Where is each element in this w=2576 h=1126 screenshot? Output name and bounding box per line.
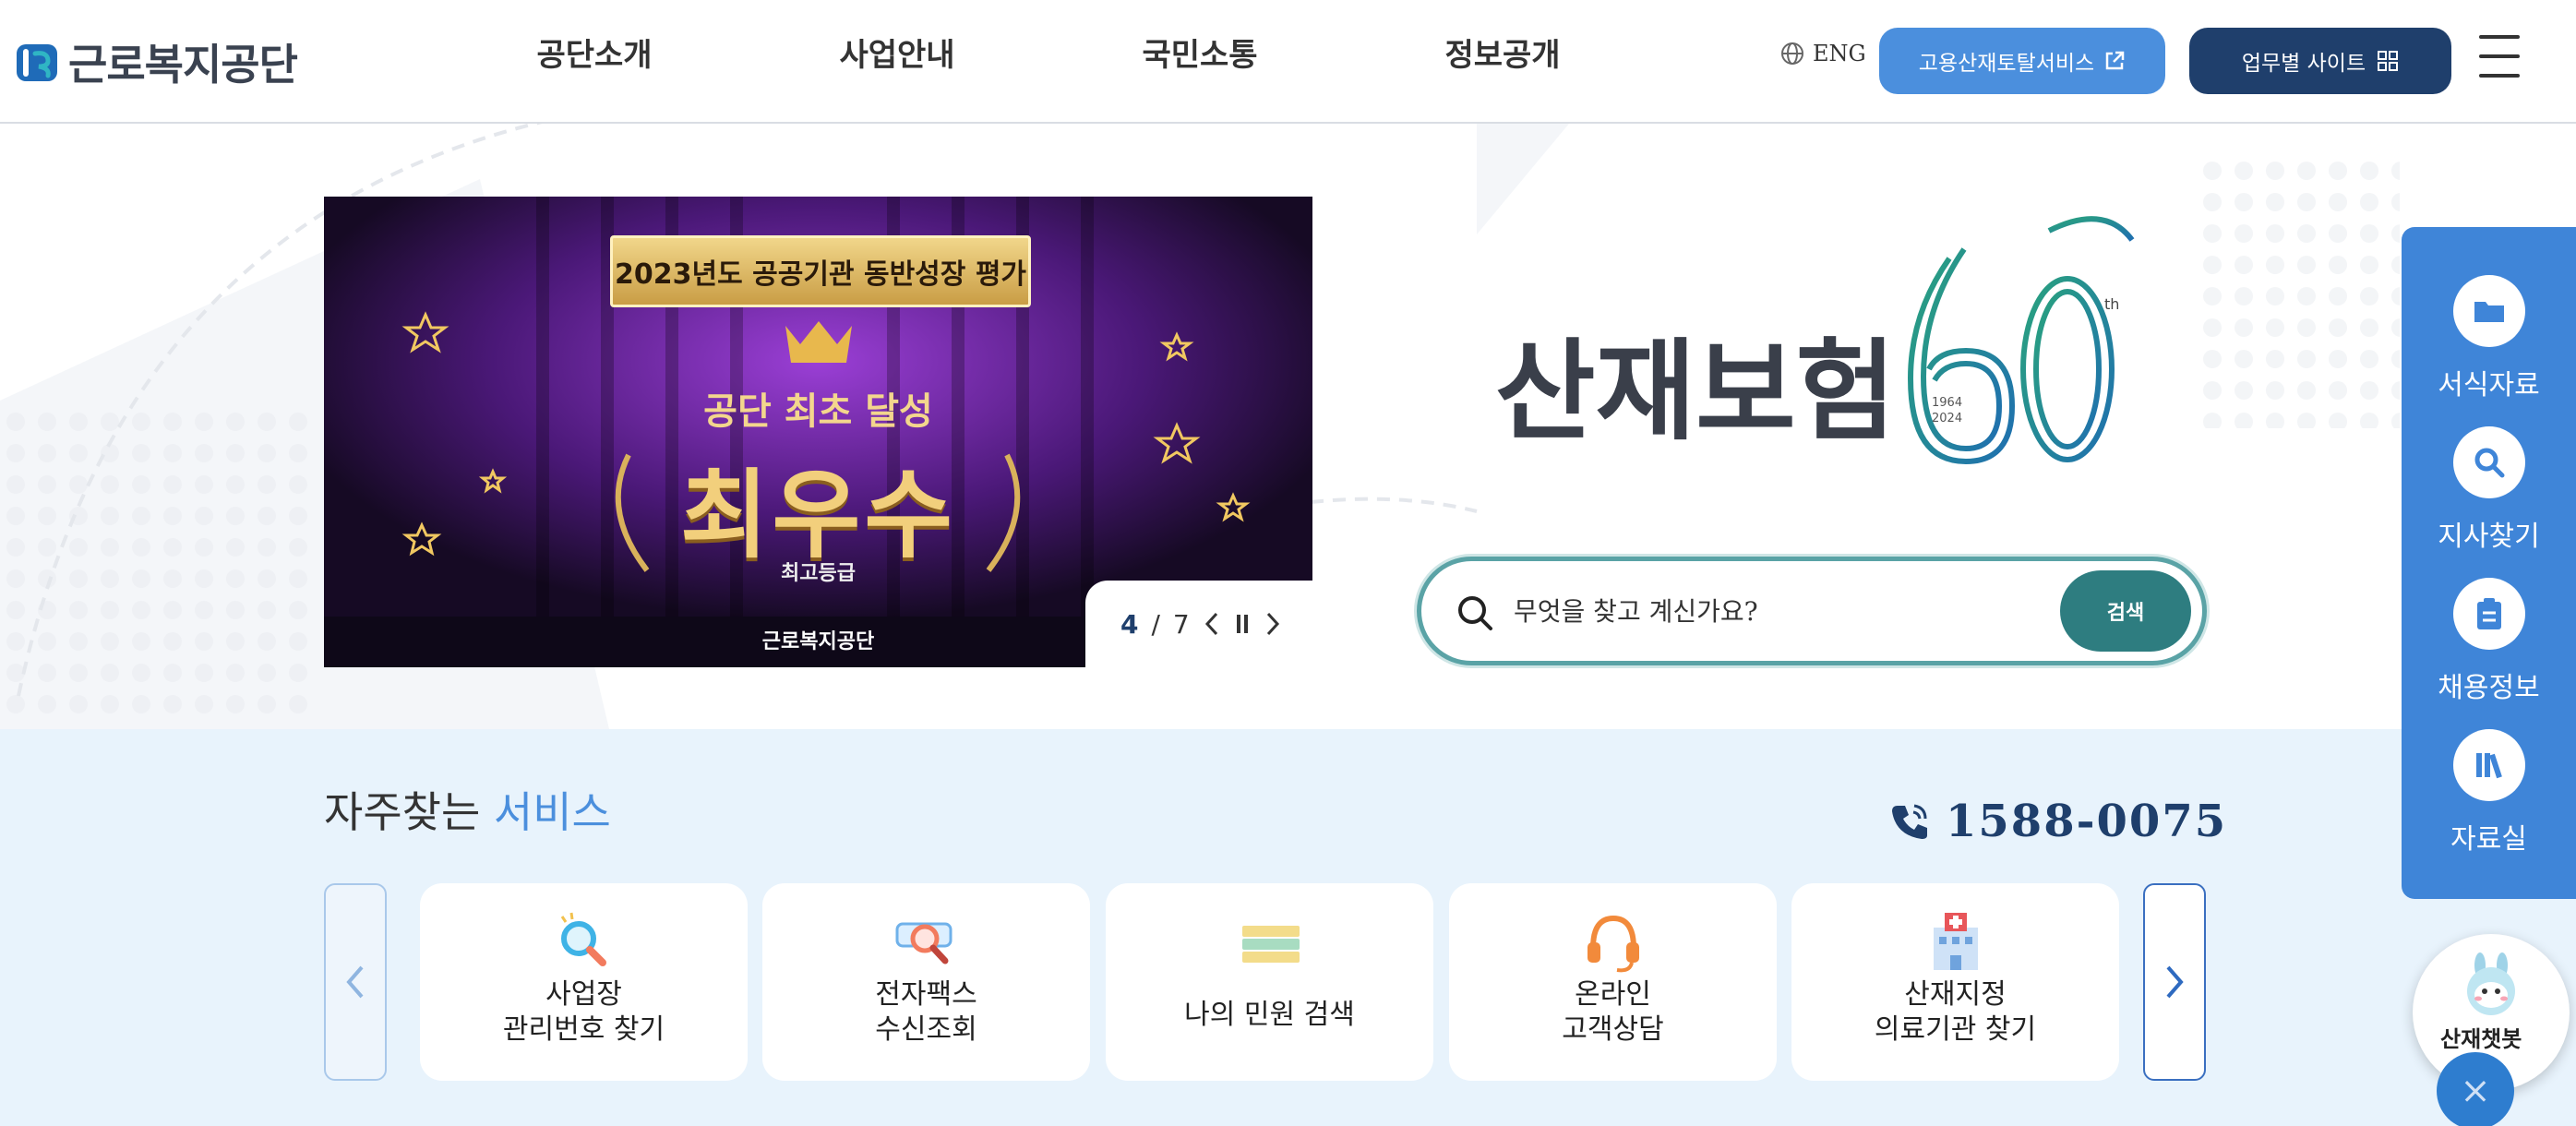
menu-hamburger-icon[interactable] [2479, 33, 2520, 79]
nav-item-disclosure[interactable]: 정보공개 [1351, 28, 1654, 83]
chatbot-close-icon[interactable]: × [2437, 1052, 2514, 1126]
call-center[interactable]: 1588-0075 [1888, 796, 2227, 847]
chevron-left-icon[interactable] [1203, 610, 1221, 638]
chevron-right-icon[interactable] [1264, 610, 1282, 638]
grid-icon [2378, 51, 2399, 71]
language-label: ENG [1813, 41, 1866, 66]
services-title-prefix: 자주찾는 [324, 787, 481, 837]
search-input[interactable] [1514, 589, 2031, 633]
quick-item-label: 채용정보 [2438, 672, 2540, 704]
services-title: 자주찾는 서비스 [324, 779, 611, 840]
pager-current: 4 [1120, 608, 1139, 640]
anniversary-year-top: 1964 [1932, 396, 1962, 410]
services-title-accent: 서비스 [493, 787, 611, 837]
magnifier-icon [560, 912, 606, 966]
quick-item-label: 서식자료 [2438, 369, 2540, 401]
quick-item-label: 자료실 [2450, 823, 2527, 856]
site-header: 근로복지공단 공단소개 사업안내 국민소통 정보공개 ENG 고용산재토탈서비스… [0, 0, 2576, 124]
banner-subtitle: 공단 최초 달성 [703, 390, 933, 433]
banner-badge: 2023년도 공공기관 동반성장 평가 [610, 235, 1031, 307]
chevron-right-icon [2166, 965, 2184, 999]
chevron-left-icon [346, 965, 364, 999]
main-nav: 공단소개 사업안내 국민소통 정보공개 [443, 28, 1654, 83]
language-switch[interactable]: ENG [1779, 41, 1866, 66]
service-card-workplace-number[interactable]: 사업장 관리번호 찾기 [420, 883, 748, 1081]
document-icon [2476, 598, 2501, 629]
chatbot-mascot-icon [2467, 952, 2515, 1015]
sites-label: 업무별 사이트 [2241, 52, 2366, 76]
site-logo[interactable]: 근로복지공단 [15, 31, 298, 92]
quick-item-label: 지사찾기 [2438, 521, 2540, 553]
service-card-label: 나의 민원 검색 [1184, 999, 1355, 1031]
hospital-icon [1934, 913, 1978, 970]
service-card-label: 전자팩스 수신조회 [875, 978, 977, 1046]
services-prev-button[interactable] [324, 883, 387, 1081]
anniversary-year-bottom: 2024 [1932, 412, 1962, 425]
hero-banner[interactable]: 2023년도 공공기관 동반성장 평가 공단 최초 달성 최우수 최고등급 근로… [324, 197, 1312, 667]
books-stack-icon [1242, 926, 1300, 963]
sites-button[interactable]: 업무별 사이트 [2189, 28, 2451, 94]
anniversary-text: 산재보험 [1495, 328, 1896, 455]
external-link-icon [2105, 51, 2125, 70]
search-icon [1458, 596, 1492, 630]
quick-item-library[interactable]: 자료실 [2402, 729, 2576, 856]
search-button[interactable]: 검색 [2060, 570, 2191, 652]
fax-icon [895, 922, 953, 964]
anniversary-logo: 산재보험 1964 2024 th [1477, 185, 2160, 489]
site-search: 검색 [1417, 557, 2207, 665]
service-card-label: 사업장 관리번호 찾기 [502, 978, 665, 1046]
phone-number: 1588-0075 [1946, 796, 2228, 847]
folder-icon [2474, 302, 2504, 322]
books-icon [2475, 753, 2502, 779]
chatbot-label: 산재챗봇 [2440, 1026, 2522, 1052]
total-service-button[interactable]: 고용산재토탈서비스 [1879, 28, 2165, 94]
anniversary-graphic: 산재보험 1964 2024 th [1495, 216, 2135, 465]
search-icon [2474, 448, 2504, 478]
service-card-medical-institution[interactable]: 산재지정 의료기관 찾기 [1791, 883, 2119, 1081]
nav-item-communication[interactable]: 국민소통 [1048, 28, 1351, 83]
service-card-online-consult[interactable]: 온라인 고객상담 [1449, 883, 1777, 1081]
quick-menu: 서식자료 지사찾기 채용정보 자료실 [2402, 227, 2576, 899]
banner-headline: 최우수 [679, 459, 957, 571]
nav-item-about[interactable]: 공단소개 [443, 28, 746, 83]
quick-item-forms[interactable]: 서식자료 [2402, 275, 2576, 402]
headset-icon [1588, 915, 1639, 973]
quick-item-branches[interactable]: 지사찾기 [2402, 426, 2576, 554]
banner-pager: 4 / 7 [1085, 581, 1312, 667]
anniversary-suffix: th [2104, 295, 2119, 313]
nav-item-business[interactable]: 사업안내 [746, 28, 1048, 83]
service-card-label: 산재지정 의료기관 찾기 [1874, 978, 2037, 1046]
pause-icon[interactable] [1234, 610, 1251, 638]
service-card-efax[interactable]: 전자팩스 수신조회 [762, 883, 1090, 1081]
quick-item-recruit[interactable]: 채용정보 [2402, 578, 2576, 705]
logo-text: 근로복지공단 [68, 40, 298, 90]
logo-mark-icon [17, 44, 57, 81]
pager-separator: / [1151, 608, 1160, 640]
service-card-label: 온라인 고객상담 [1562, 978, 1664, 1046]
total-service-label: 고용산재토탈서비스 [1918, 52, 2095, 76]
services-next-button[interactable] [2143, 883, 2206, 1081]
phone-icon [1892, 804, 1927, 839]
service-card-my-complaints[interactable]: 나의 민원 검색 [1106, 883, 1433, 1081]
pager-total: 7 [1172, 608, 1190, 640]
globe-icon [1781, 42, 1803, 65]
